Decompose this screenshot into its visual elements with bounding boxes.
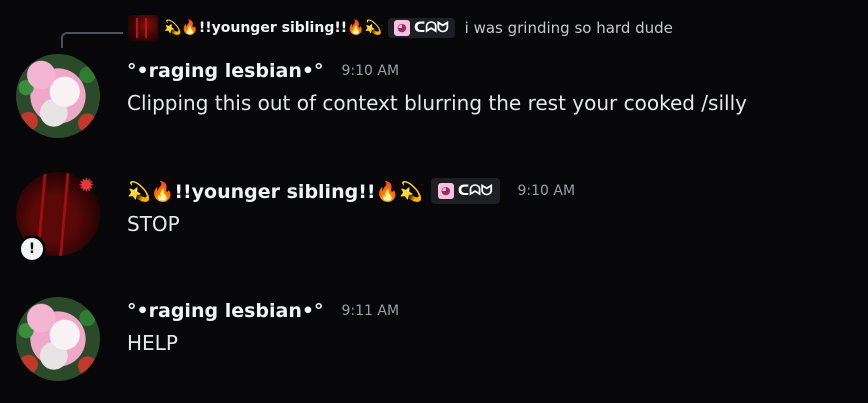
reply-username[interactable]: 💫🔥!!younger sibling!!🔥💫 [164, 20, 382, 36]
reply-text[interactable]: i was grinding so hard dude [465, 19, 673, 37]
avatar[interactable] [16, 54, 100, 138]
timestamp[interactable]: 9:10 AM [342, 63, 400, 79]
message-content: STOP [127, 212, 180, 236]
reply-connector-line [61, 32, 123, 48]
tag-text: ᑕᗣᗢ [457, 183, 493, 199]
exclamation-icon: ! [18, 235, 46, 263]
avatar[interactable] [16, 297, 100, 381]
cat-face-icon: ◕ [393, 20, 410, 36]
message-header: °•raging lesbian•° 9:11 AM [127, 300, 399, 322]
username-prefix-emoji: 💫🔥 [127, 180, 175, 203]
username[interactable]: °•raging lesbian•° [127, 60, 324, 82]
message-content: HELP [127, 331, 178, 355]
username[interactable]: 💫🔥!!younger sibling!!🔥💫 [127, 180, 423, 203]
reply-server-tag[interactable]: ◕ ᑕᗣᗢ [387, 18, 455, 38]
anger-symbol-icon: ✹ [78, 173, 95, 197]
chat-log: 💫🔥!!younger sibling!!🔥💫 ◕ ᑕᗣᗢ i was grin… [0, 0, 868, 403]
message-header: °•raging lesbian•° 9:10 AM [127, 60, 399, 82]
server-tag[interactable]: ◕ ᑕᗣᗢ [430, 178, 500, 204]
username-text: !!younger sibling!! [174, 180, 376, 203]
username[interactable]: °•raging lesbian•° [127, 300, 324, 322]
timestamp[interactable]: 9:10 AM [518, 183, 576, 199]
reply-tag-text: ᑕᗣᗢ [413, 20, 449, 36]
cat-face-icon: ◕ [437, 183, 454, 199]
timestamp[interactable]: 9:11 AM [342, 303, 400, 319]
message-content: Clipping this out of context blurring th… [127, 91, 747, 115]
username-suffix-emoji: 🔥💫 [375, 180, 423, 203]
reply-preview[interactable]: 💫🔥!!younger sibling!!🔥💫 ◕ ᑕᗣᗢ i was grin… [128, 14, 673, 42]
message-header: 💫🔥!!younger sibling!!🔥💫 ◕ ᑕᗣᗢ 9:10 AM [127, 178, 575, 204]
reply-avatar[interactable] [128, 15, 158, 41]
